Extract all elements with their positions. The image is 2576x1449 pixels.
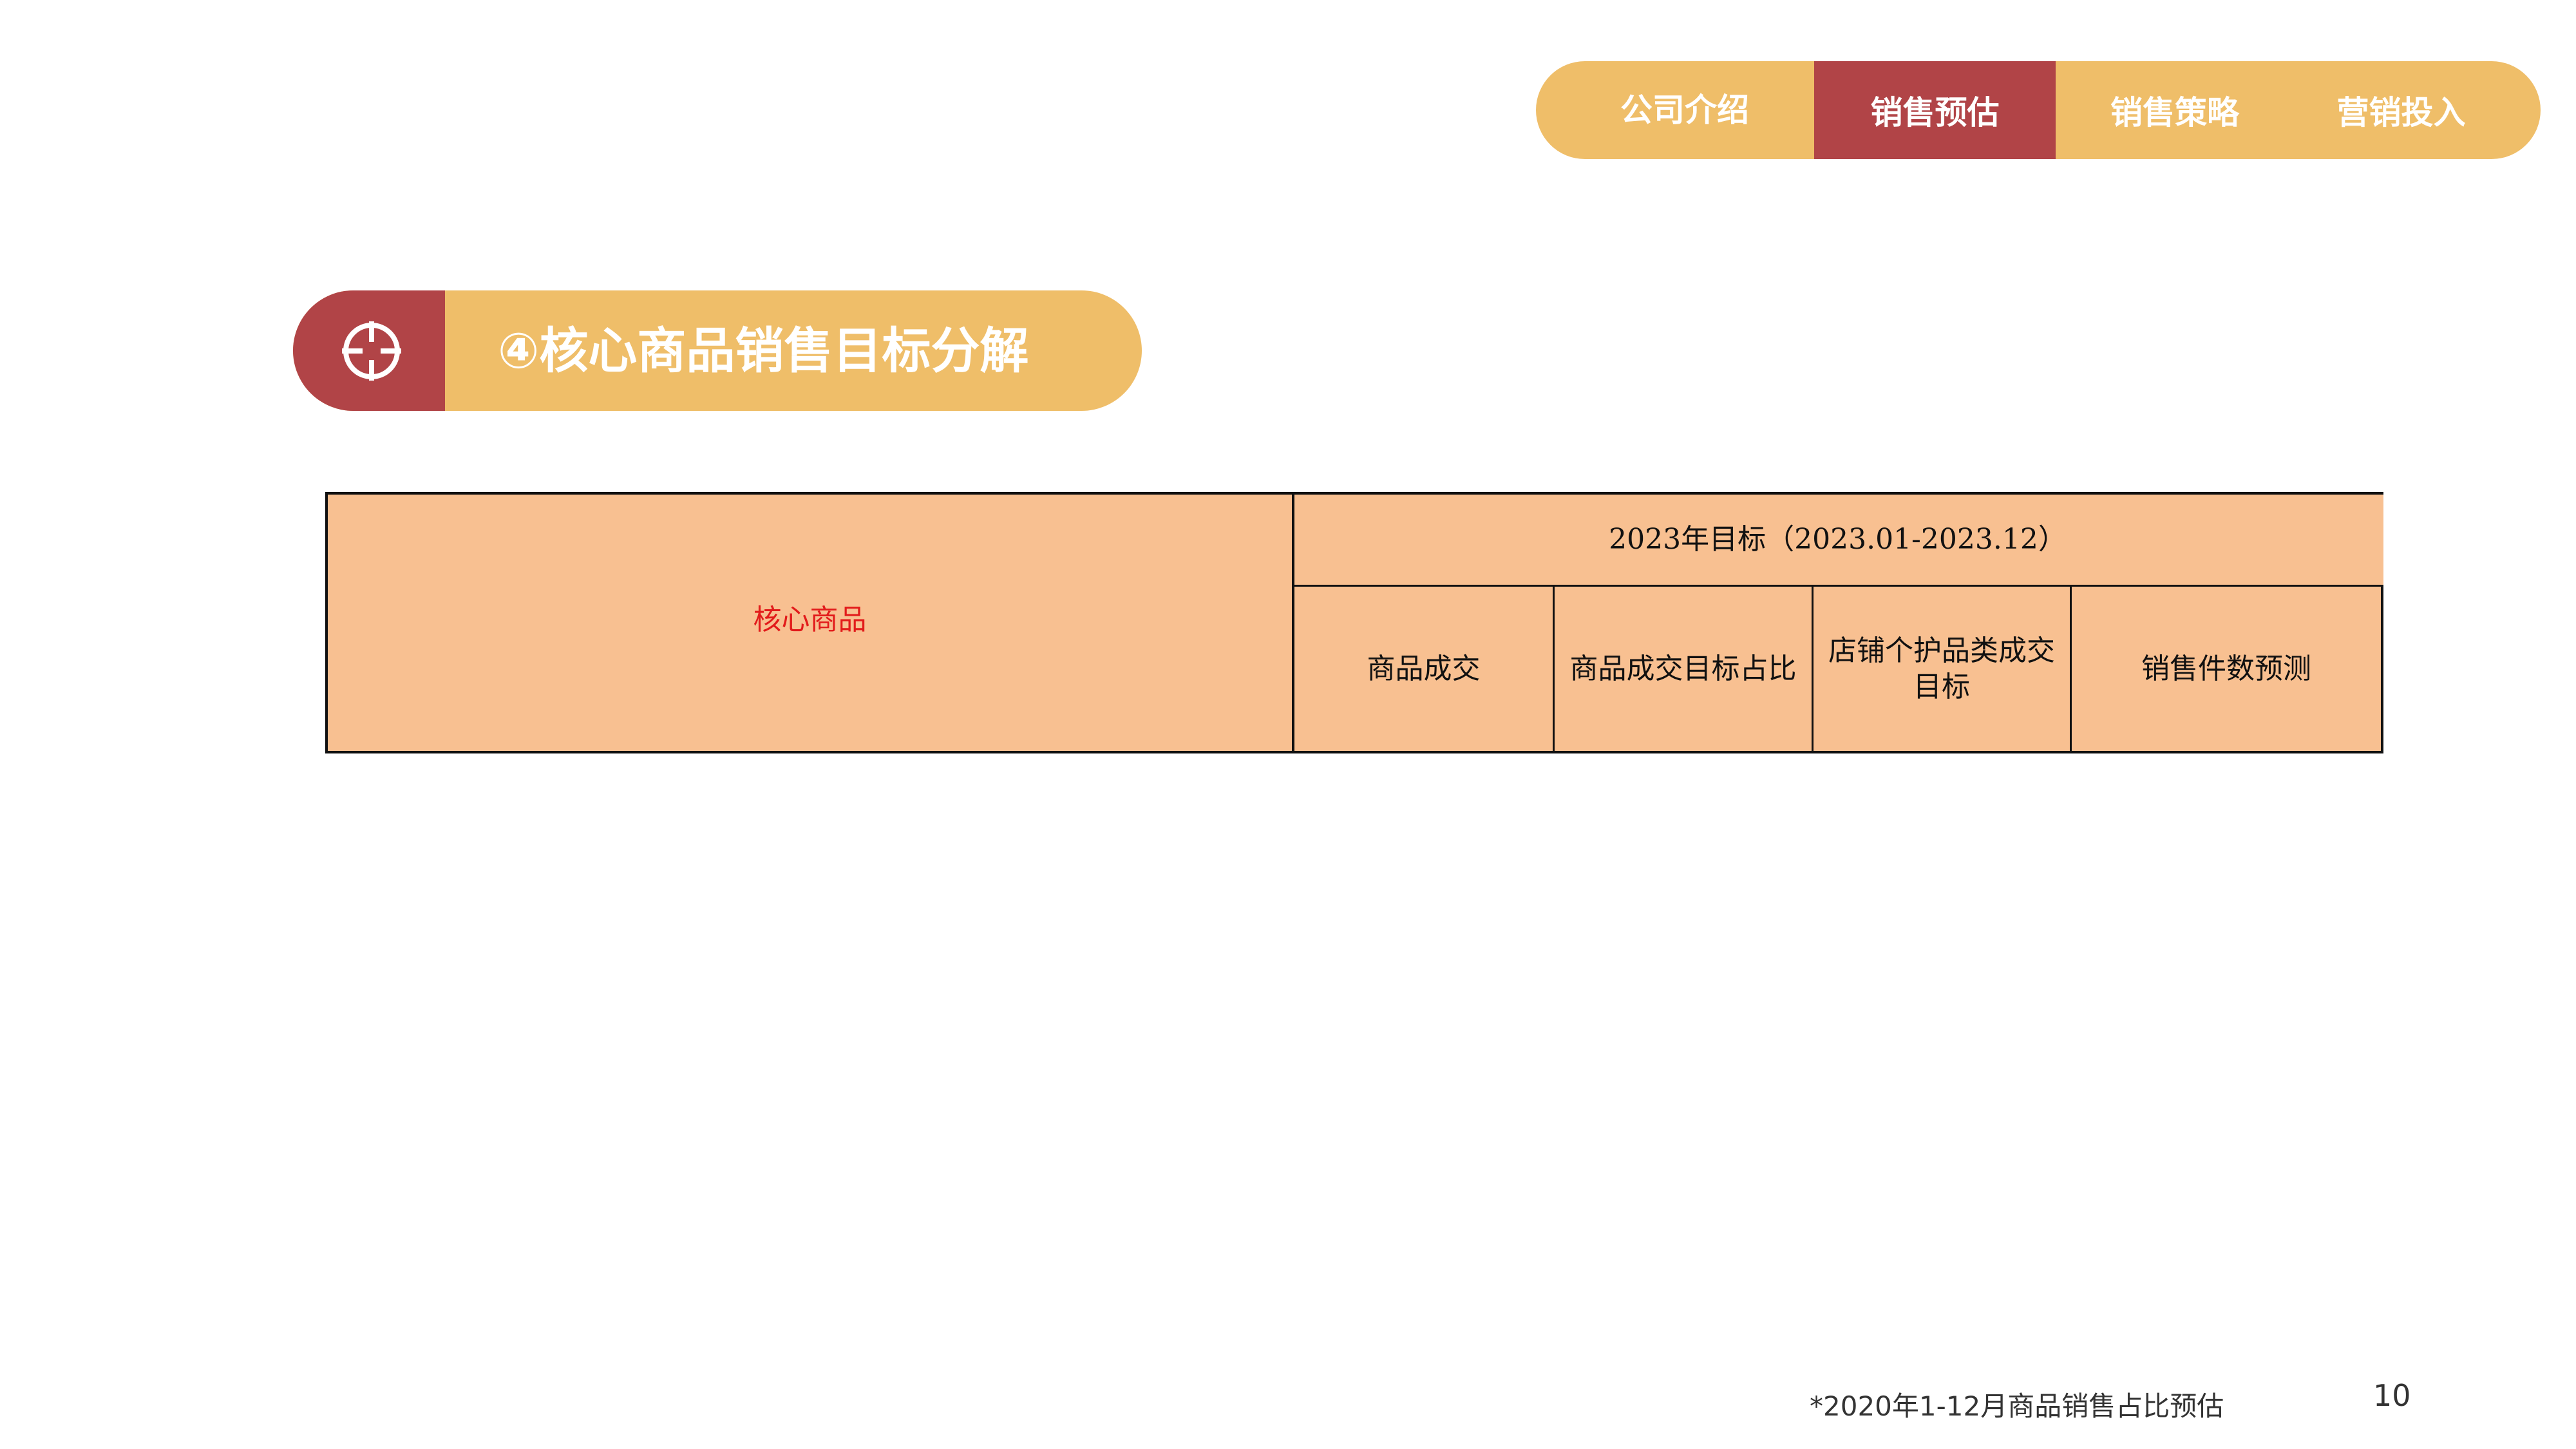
core-goods-table: 核心商品 2023年目标（2023.01-2023.12） 商品成交 商品成交目… (325, 492, 2383, 753)
nav-tab-company-intro[interactable]: 公司介绍 (1536, 61, 1814, 159)
col-header-store-care-target: 店铺个护品类成交 目标 (1828, 634, 2055, 703)
row-header-core-goods: 核心商品 (753, 603, 867, 636)
table-border-right (2381, 586, 2383, 753)
nav-tab-sales-strategy[interactable]: 销售策略 (2056, 61, 2294, 159)
section-heading: ④核心商品销售目标分解 (293, 290, 1142, 411)
crosshair-icon (342, 321, 401, 381)
footnote: *2020年1-12月商品销售占比预估 (1810, 1390, 2224, 1422)
col-header-goods-deal: 商品成交 (1367, 652, 1481, 685)
section-icon-box (293, 290, 445, 411)
top-nav: 公司介绍 销售预估 销售策略 营销投入 (1536, 61, 2541, 159)
page-number: 10 (2373, 1378, 2411, 1413)
table-border-bottom (325, 751, 2383, 753)
nav-tab-sales-forecast[interactable]: 销售预估 (1814, 61, 2056, 159)
col-header-goods-deal-share: 商品成交目标占比 (1569, 652, 1797, 685)
nav-tab-marketing-investment[interactable]: 营销投入 (2294, 61, 2541, 159)
group-header-2023-target: 2023年目标（2023.01-2023.12） (1609, 523, 2067, 556)
col-header-sales-qty-forecast: 销售件数预测 (2141, 652, 2311, 685)
section-title: ④核心商品销售目标分解 (498, 322, 1029, 379)
